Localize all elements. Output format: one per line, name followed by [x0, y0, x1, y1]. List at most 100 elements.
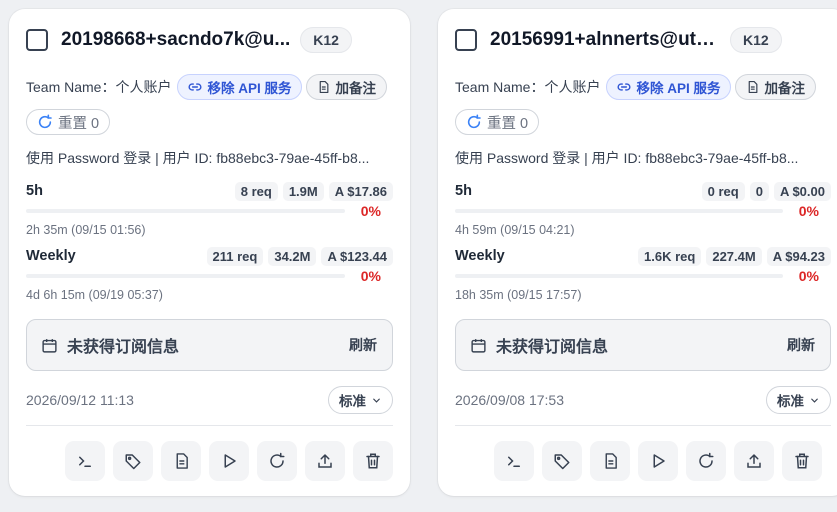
tokens-chip: 1.9M	[282, 181, 324, 201]
usage-5h: 5h 0 req 0 A $0.00 0% 4h 59m (09/15 04:2…	[455, 180, 831, 239]
team-row: Team Name：个人账户 移除 API 服务 加备注	[455, 74, 831, 100]
reset-icon	[466, 114, 482, 130]
mode-select[interactable]: 标准	[328, 386, 393, 414]
usage-percent: 0%	[798, 268, 819, 284]
refresh-subscription-button[interactable]: 刷新	[787, 335, 815, 355]
divider	[26, 425, 393, 426]
trash-icon	[793, 452, 811, 470]
note-icon	[746, 80, 759, 94]
login-info: 使用 Password 登录 | 用户 ID: fb88ebc3-79ae-45…	[26, 150, 370, 166]
subscription-text: 未获得订阅信息	[67, 339, 180, 356]
reset-button[interactable]: 重置 0	[26, 109, 111, 135]
link-icon	[617, 80, 631, 94]
usage-percent: 0%	[798, 203, 819, 219]
reset-row: 重置 0	[455, 108, 831, 136]
delete-button[interactable]	[353, 441, 393, 481]
req-chip: 1.6K req	[638, 246, 702, 266]
add-note-button[interactable]: 加备注	[735, 74, 816, 100]
calendar-icon	[470, 337, 487, 354]
usage-reset-time: 2h 35m (09/15 01:56)	[26, 223, 146, 237]
remove-api-label: 移除 API 服务	[207, 81, 292, 96]
document-button[interactable]	[590, 441, 630, 481]
action-bar	[26, 441, 393, 481]
account-card: 20156991+alnnerts@utc... K12 Team Name：个…	[438, 9, 837, 496]
usage-title: 5h	[455, 183, 472, 199]
refresh-button[interactable]	[257, 441, 297, 481]
upload-button[interactable]	[734, 441, 774, 481]
upload-button[interactable]	[305, 441, 345, 481]
refresh-subscription-button[interactable]: 刷新	[349, 335, 377, 355]
tokens-chip: 34.2M	[268, 246, 317, 266]
team-row: Team Name：个人账户 移除 API 服务 加备注	[26, 74, 393, 100]
card-header: 20156991+alnnerts@utc... K12	[455, 9, 831, 69]
usage-reset-time: 4d 6h 15m (09/19 05:37)	[26, 288, 163, 302]
document-icon	[173, 452, 190, 470]
select-checkbox[interactable]	[26, 29, 48, 51]
divider	[455, 425, 831, 426]
tag-icon	[553, 452, 571, 470]
play-icon	[220, 452, 238, 470]
add-note-button[interactable]: 加备注	[306, 74, 387, 100]
select-checkbox[interactable]	[455, 29, 477, 51]
calendar-icon	[41, 337, 58, 354]
cost-chip: A $0.00	[773, 181, 831, 201]
subscription-box: 未获得订阅信息 刷新	[455, 319, 831, 371]
reset-icon	[37, 114, 53, 130]
tag-icon	[124, 452, 142, 470]
play-button[interactable]	[638, 441, 678, 481]
terminal-button[interactable]	[494, 441, 534, 481]
account-email: 20198668+sacndo7k@u...	[61, 29, 291, 50]
terminal-button[interactable]	[65, 441, 105, 481]
remove-api-button[interactable]: 移除 API 服务	[177, 74, 303, 100]
usage-title: Weekly	[455, 248, 505, 264]
upload-icon	[316, 452, 334, 470]
login-info: 使用 Password 登录 | 用户 ID: fb88ebc3-79ae-45…	[455, 150, 799, 166]
action-bar	[455, 441, 831, 481]
terminal-icon	[505, 452, 523, 470]
remove-api-label: 移除 API 服务	[636, 81, 721, 96]
usage-bar	[455, 209, 783, 213]
tokens-chip: 0	[749, 181, 769, 201]
team-name: Team Name：个人账户	[26, 79, 172, 95]
tag-button[interactable]	[542, 441, 582, 481]
plan-badge: K12	[730, 27, 782, 53]
chevron-down-icon	[371, 395, 382, 406]
add-note-label: 加备注	[764, 81, 805, 96]
req-chip: 8 req	[234, 181, 278, 201]
upload-icon	[745, 452, 763, 470]
reset-button[interactable]: 重置 0	[455, 109, 540, 135]
play-icon	[649, 452, 667, 470]
mode-select[interactable]: 标准	[766, 386, 831, 414]
cost-chip: A $17.86	[328, 181, 393, 201]
tag-button[interactable]	[113, 441, 153, 481]
card-footer: 2026/09/08 17:53 标准	[455, 385, 831, 415]
account-email: 20156991+alnnerts@utc...	[490, 29, 720, 50]
usage-weekly: Weekly 211 req 34.2M A $123.44 0% 4d 6h …	[26, 245, 393, 304]
usage-5h: 5h 8 req 1.9M A $17.86 0% 2h 35m (09/15 …	[26, 180, 393, 239]
play-button[interactable]	[209, 441, 249, 481]
note-icon	[317, 80, 330, 94]
add-note-label: 加备注	[335, 81, 376, 96]
document-icon	[602, 452, 619, 470]
usage-reset-time: 18h 35m (09/15 17:57)	[455, 288, 582, 302]
link-icon	[188, 80, 202, 94]
reset-label: 重置 0	[487, 115, 529, 132]
usage-bar	[455, 274, 783, 278]
usage-title: Weekly	[26, 248, 76, 264]
usage-weekly: Weekly 1.6K req 227.4M A $94.23 0% 18h 3…	[455, 245, 831, 304]
usage-title: 5h	[26, 183, 43, 199]
remove-api-button[interactable]: 移除 API 服务	[606, 74, 732, 100]
usage-reset-time: 4h 59m (09/15 04:21)	[455, 223, 575, 237]
reset-label: 重置 0	[58, 115, 100, 132]
req-chip: 211 req	[206, 246, 264, 266]
delete-button[interactable]	[782, 441, 822, 481]
plan-badge: K12	[300, 27, 352, 53]
subscription-box: 未获得订阅信息 刷新	[26, 319, 393, 371]
mode-label: 标准	[777, 394, 804, 409]
document-button[interactable]	[161, 441, 201, 481]
refresh-button[interactable]	[686, 441, 726, 481]
usage-percent: 0%	[360, 203, 381, 219]
card-footer: 2026/09/12 11:13 标准	[26, 385, 393, 415]
usage-percent: 0%	[360, 268, 381, 284]
reset-row: 重置 0	[26, 108, 393, 136]
